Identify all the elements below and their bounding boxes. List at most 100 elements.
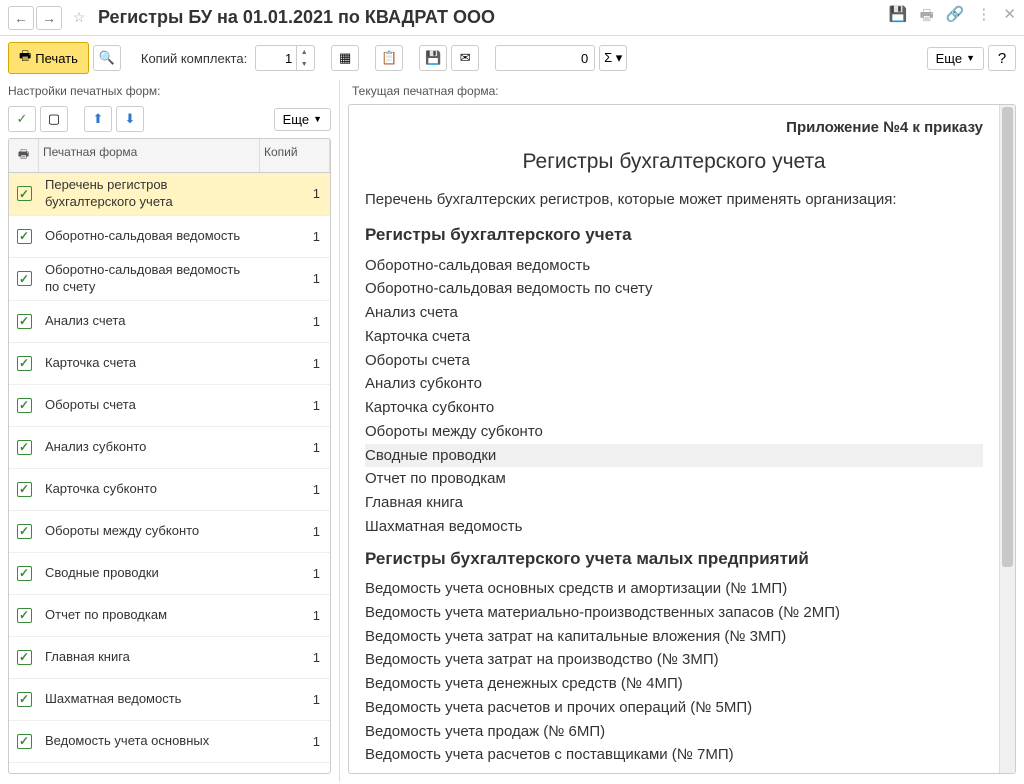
doc-subtitle: Перечень бухгалтерских регистров, которы…	[365, 189, 983, 211]
help-button[interactable]: ?	[988, 45, 1016, 71]
sum-button[interactable]: Σ ▾	[599, 45, 627, 71]
table-row[interactable]: ✓Оборотно-сальдовая ведомость1	[9, 216, 330, 258]
print-label: Печать	[35, 51, 78, 66]
doc-section2-list: Ведомость учета основных средств и аморт…	[365, 577, 983, 767]
table-row[interactable]: ✓Карточка субконто1	[9, 469, 330, 511]
table-button[interactable]: ▦	[331, 45, 359, 71]
uncheck-all-button[interactable]: ▢	[40, 106, 68, 132]
left-more-button[interactable]: Еще ▼	[274, 108, 331, 131]
row-checkbox[interactable]: ✓	[9, 482, 39, 497]
row-copies: 1	[260, 692, 330, 707]
table-row[interactable]: ✓Карточка счета1	[9, 343, 330, 385]
scrollbar-thumb[interactable]	[1002, 107, 1013, 567]
row-checkbox[interactable]: ✓	[9, 229, 39, 244]
titlebar: ← → ☆ Регистры БУ на 01.01.2021 по КВАДР…	[0, 0, 1024, 36]
doc-section1-list: Оборотно-сальдовая ведомостьОборотно-сал…	[365, 254, 983, 539]
grid-header: 🖶 Печатная форма Копий	[9, 139, 330, 173]
list-item: Ведомость учета затрат на производство (…	[365, 648, 983, 672]
table-row[interactable]: ✓Обороты счета1	[9, 385, 330, 427]
row-copies: 1	[260, 566, 330, 581]
row-copies: 1	[260, 186, 330, 201]
row-copies: 1	[260, 734, 330, 749]
forms-grid[interactable]: 🖶 Печатная форма Копий ✓Перечень регистр…	[8, 138, 331, 774]
check-all-button[interactable]: ✓	[8, 106, 36, 132]
grid-col-print[interactable]: 🖶	[9, 139, 39, 172]
list-item: Ведомость учета денежных средств (№ 4МП)	[365, 672, 983, 696]
table-row[interactable]: ✓Шахматная ведомость1	[9, 679, 330, 721]
mail-button[interactable]: ✉	[451, 45, 479, 71]
grid-col-copies[interactable]: Копий	[260, 139, 330, 172]
copies-spinner[interactable]: ▲ ▼	[255, 45, 315, 71]
print-icon[interactable]: 🖶	[920, 5, 934, 30]
list-item: Шахматная ведомость	[365, 515, 983, 539]
row-checkbox[interactable]: ✓	[9, 186, 39, 201]
spin-down-icon[interactable]: ▼	[297, 58, 311, 70]
row-checkbox[interactable]: ✓	[9, 650, 39, 665]
preview-button[interactable]: 🔍	[93, 45, 121, 71]
row-copies: 1	[260, 440, 330, 455]
print-button[interactable]: 🖶 Печать	[8, 42, 89, 74]
row-name: Главная книга	[39, 645, 260, 670]
list-item: Главная книга	[365, 491, 983, 515]
save-icon[interactable]: 💾	[889, 5, 908, 30]
list-item: Сводные проводки	[365, 444, 983, 468]
row-checkbox[interactable]: ✓	[9, 566, 39, 581]
row-copies: 1	[260, 314, 330, 329]
table-row[interactable]: ✓Оборотно-сальдовая ведомость по счету1	[9, 258, 330, 301]
row-name: Обороты счета	[39, 393, 260, 418]
row-checkbox[interactable]: ✓	[9, 440, 39, 455]
row-checkbox[interactable]: ✓	[9, 692, 39, 707]
number-input[interactable]	[495, 45, 595, 71]
vertical-scrollbar[interactable]	[999, 105, 1015, 773]
row-name: Сводные проводки	[39, 561, 260, 586]
list-item: Карточка счета	[365, 325, 983, 349]
favorite-button[interactable]: ☆	[66, 6, 92, 30]
row-checkbox[interactable]: ✓	[9, 271, 39, 286]
link-icon[interactable]: 🔗	[946, 5, 965, 30]
document-body: Приложение №4 к приказу Регистры бухгалт…	[349, 105, 999, 773]
row-checkbox[interactable]: ✓	[9, 356, 39, 371]
table-row[interactable]: ✓Отчет по проводкам1	[9, 595, 330, 637]
chevron-down-icon: ▼	[313, 114, 322, 124]
row-name: Карточка счета	[39, 351, 260, 376]
row-checkbox[interactable]: ✓	[9, 734, 39, 749]
spin-up-icon[interactable]: ▲	[297, 46, 311, 58]
row-checkbox[interactable]: ✓	[9, 608, 39, 623]
table-row[interactable]: ✓Анализ субконто1	[9, 427, 330, 469]
table-row[interactable]: ✓Обороты между субконто1	[9, 511, 330, 553]
row-copies: 1	[260, 356, 330, 371]
row-name: Анализ субконто	[39, 435, 260, 460]
row-checkbox[interactable]: ✓	[9, 398, 39, 413]
table-row[interactable]: ✓Перечень регистров бухгалтерского учета…	[9, 173, 330, 216]
doc-scroll[interactable]: Приложение №4 к приказу Регистры бухгалт…	[349, 105, 999, 773]
table-row[interactable]: ✓Главная книга1	[9, 637, 330, 679]
table-row[interactable]: ✓Анализ счета1	[9, 301, 330, 343]
list-item: Ведомость учета расчетов с поставщиками …	[365, 743, 983, 767]
grid-col-form[interactable]: Печатная форма	[39, 139, 260, 172]
doc-section2-title: Регистры бухгалтерского учета малых пред…	[365, 547, 983, 572]
list-item: Ведомость учета затрат на капитальные вл…	[365, 625, 983, 649]
list-item: Оборотно-сальдовая ведомость	[365, 254, 983, 278]
more-menu-icon[interactable]: ⋮	[976, 5, 991, 30]
back-button[interactable]: ←	[8, 6, 34, 30]
diskette-button[interactable]: 💾	[419, 45, 447, 71]
move-down-button[interactable]: ⬇	[116, 106, 144, 132]
close-icon[interactable]: ✕	[1003, 5, 1016, 30]
forward-button[interactable]: →	[36, 6, 62, 30]
table-row[interactable]: ✓Сводные проводки1	[9, 553, 330, 595]
move-up-button[interactable]: ⬆	[84, 106, 112, 132]
list-item: Анализ счета	[365, 301, 983, 325]
row-name: Оборотно-сальдовая ведомость по счету	[39, 258, 260, 300]
row-checkbox[interactable]: ✓	[9, 314, 39, 329]
toolbar-more-button[interactable]: Еще ▼	[927, 47, 984, 70]
row-name: Оборотно-сальдовая ведомость	[39, 224, 260, 249]
list-item: Обороты счета	[365, 349, 983, 373]
list-item: Оборотно-сальдовая ведомость по счету	[365, 277, 983, 301]
list-item: Карточка субконто	[365, 396, 983, 420]
table-row[interactable]: ✓Ведомость учета основных1	[9, 721, 330, 763]
copies-input[interactable]	[256, 51, 296, 66]
list-item: Обороты между субконто	[365, 420, 983, 444]
row-checkbox[interactable]: ✓	[9, 524, 39, 539]
doc-button[interactable]: 📋	[375, 45, 403, 71]
row-copies: 1	[260, 482, 330, 497]
